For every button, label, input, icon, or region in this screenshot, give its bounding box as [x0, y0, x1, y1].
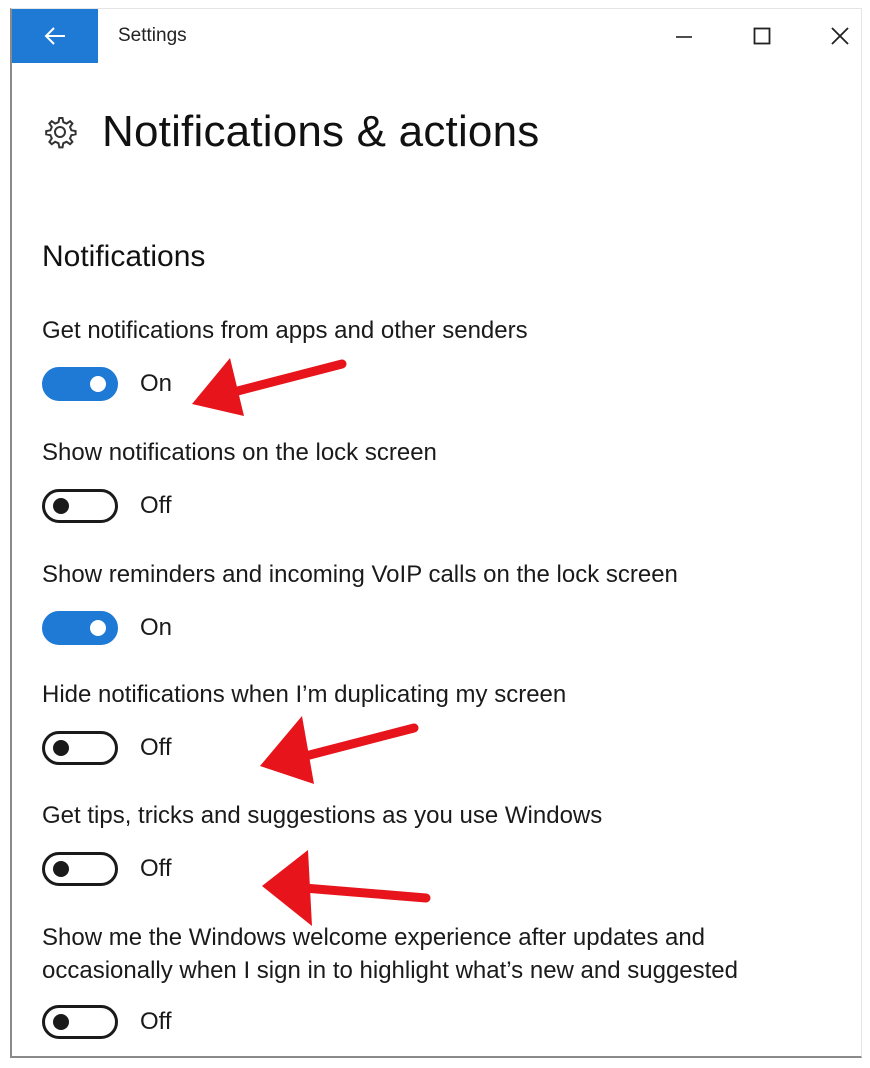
annotation-arrow-3 [262, 850, 431, 926]
page-header: Notifications & actions [42, 107, 539, 157]
toggle-track[interactable] [42, 731, 118, 765]
toggle-switch[interactable]: Off [42, 852, 842, 886]
toggle-switch[interactable]: Off [42, 1005, 832, 1039]
minimize-button[interactable] [664, 19, 704, 53]
toggle-knob [53, 1014, 69, 1030]
setting-app-notifications: Get notifications from apps and other se… [42, 314, 842, 401]
toggle-state-text: Off [140, 1008, 172, 1035]
section-title: Notifications [42, 240, 206, 273]
page-title: Notifications & actions [102, 107, 540, 156]
setting-welcome-experience: Show me the Windows welcome experience a… [42, 921, 832, 1039]
toggle-state-text: Off [140, 734, 172, 761]
toggle-switch[interactable]: Off [42, 489, 842, 523]
toggle-knob [53, 861, 69, 877]
gear-icon [45, 117, 77, 149]
window-title: Settings [118, 25, 187, 46]
settings-window: Settings Notifications & actions Notific… [10, 8, 862, 1058]
annotation-arrow-1 [192, 358, 347, 416]
toggle-track[interactable] [42, 1005, 118, 1039]
toggle-state-text: On [140, 370, 173, 397]
title-bar: Settings [12, 9, 861, 63]
setting-label: Hide notifications when I’m duplicating … [42, 681, 567, 708]
setting-tips-tricks: Get tips, tricks and suggestions as you … [42, 799, 842, 886]
toggle-track[interactable] [42, 489, 118, 523]
minimize-icon [676, 36, 692, 38]
back-arrow-icon [44, 27, 65, 45]
back-button[interactable] [12, 9, 98, 63]
annotation-arrow-2 [260, 716, 419, 784]
setting-label: Get notifications from apps and other se… [42, 317, 528, 344]
toggle-switch[interactable]: On [42, 367, 842, 401]
setting-label: Show reminders and incoming VoIP calls o… [42, 561, 678, 588]
maximize-button[interactable] [742, 19, 782, 53]
setting-label: Get tips, tricks and suggestions as you … [42, 802, 603, 829]
setting-reminders-voip: Show reminders and incoming VoIP calls o… [42, 558, 842, 645]
toggle-state-text: On [140, 614, 173, 641]
toggle-knob [53, 740, 69, 756]
toggle-state-text: Off [140, 492, 172, 519]
toggle-track[interactable] [42, 611, 118, 645]
toggle-knob [90, 620, 106, 636]
toggle-state-text: Off [140, 855, 172, 882]
toggle-track[interactable] [42, 852, 118, 886]
toggle-switch[interactable]: Off [42, 731, 842, 765]
toggle-knob [53, 498, 69, 514]
maximize-icon [753, 27, 771, 45]
toggle-knob [90, 376, 106, 392]
setting-hide-when-duplicating: Hide notifications when I’m duplicating … [42, 678, 842, 765]
setting-label: Show notifications on the lock screen [42, 439, 437, 466]
setting-label: Show me the Windows welcome experience a… [42, 924, 738, 984]
toggle-track[interactable] [42, 367, 118, 401]
close-icon [831, 27, 849, 45]
setting-lock-screen-notifications: Show notifications on the lock screen Of… [42, 436, 842, 523]
toggle-switch[interactable]: On [42, 611, 842, 645]
close-button[interactable] [820, 19, 860, 53]
